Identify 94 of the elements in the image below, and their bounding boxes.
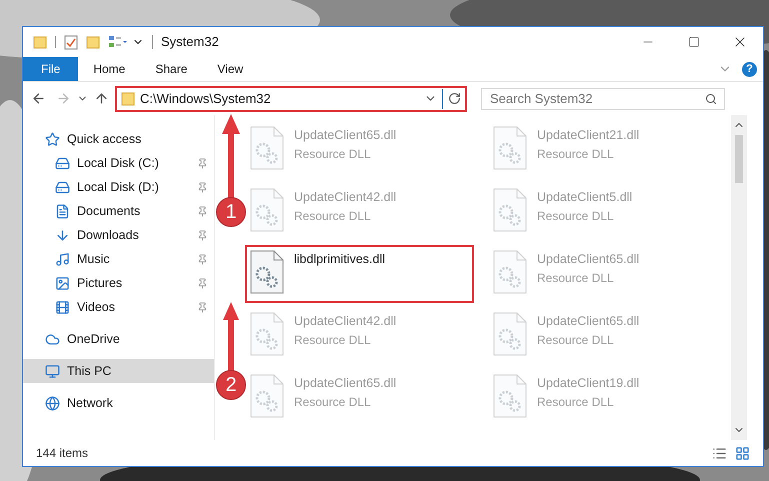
search-icon[interactable] — [705, 92, 717, 104]
sidebar-item[interactable]: Local Disk (C:) — [23, 151, 214, 175]
pin-icon[interactable] — [197, 302, 208, 312]
pin-icon[interactable] — [197, 206, 208, 216]
folder-icon — [121, 92, 135, 106]
sidebar-item[interactable]: Videos — [23, 295, 214, 319]
file-type: Resource DLL — [537, 394, 615, 411]
sidebar-item[interactable]: Downloads — [23, 223, 214, 247]
gear-file-icon — [250, 250, 284, 294]
sidebar-label: Documents — [77, 202, 140, 220]
file-name: UpdateClient65.dll — [294, 375, 396, 392]
large-icons-view-icon[interactable] — [735, 446, 750, 460]
status-item-count: 144 items — [36, 445, 88, 462]
window-title: System32 — [161, 33, 219, 52]
gear-file-icon — [493, 374, 527, 418]
annotation-arrow — [223, 302, 239, 371]
up-icon[interactable] — [94, 91, 109, 106]
gear-file-icon — [250, 374, 284, 418]
sidebar-label: Local Disk (D:) — [77, 178, 159, 196]
gear-file-icon — [493, 188, 527, 232]
sidebar-item[interactable]: Local Disk (D:) — [23, 175, 214, 199]
folder-icon — [33, 35, 47, 49]
sidebar-item[interactable]: Network — [23, 391, 214, 415]
sidebar-item[interactable]: Documents — [23, 199, 214, 223]
monitor-icon — [45, 364, 60, 378]
sidebar-label: Local Disk (C:) — [77, 154, 159, 172]
gear-file-icon — [493, 312, 527, 356]
file-name: UpdateClient42.dll — [294, 189, 396, 206]
film-icon — [55, 300, 70, 314]
drive-icon — [55, 156, 70, 170]
file-type: Resource DLL — [537, 332, 615, 349]
sidebar-label: Music — [77, 250, 110, 268]
back-icon[interactable] — [31, 91, 46, 106]
file-item[interactable]: libdlprimitives.dll — [245, 245, 474, 303]
file-name: UpdateClient21.dll — [537, 127, 640, 144]
file-name: UpdateClient65.dll — [537, 251, 640, 268]
address-field[interactable]: C:\Windows\System32 — [115, 86, 467, 112]
sidebar-item[interactable]: Music — [23, 247, 214, 271]
search-field[interactable]: Search System32 — [481, 88, 725, 110]
pin-icon[interactable] — [197, 278, 208, 288]
file-name: UpdateClient19.dll — [537, 375, 640, 392]
file-type: Resource DLL — [294, 394, 372, 411]
ribbon-tab[interactable]: Home — [78, 57, 140, 81]
scrollbar[interactable] — [731, 115, 747, 440]
file-type: Resource DLL — [294, 332, 372, 349]
address-path: C:\Windows\System32 — [140, 90, 272, 108]
file-type: Resource DLL — [537, 208, 615, 225]
file-type: Resource DLL — [537, 146, 615, 163]
file-name: UpdateClient5.dll — [537, 189, 632, 206]
properties-icon[interactable] — [108, 35, 128, 49]
sidebar-label: OneDrive — [67, 330, 120, 348]
gear-file-icon — [250, 126, 284, 170]
sidebar-item[interactable]: Pictures — [23, 271, 214, 295]
ribbon-tab[interactable]: File — [23, 57, 78, 81]
file-type: Resource DLL — [294, 208, 372, 225]
globe-icon — [45, 396, 60, 410]
gear-file-icon — [250, 188, 284, 232]
pin-icon[interactable] — [197, 230, 208, 240]
gear-file-icon — [250, 312, 284, 356]
scrollbar-thumb[interactable] — [735, 135, 743, 183]
sidebar-label: Pictures — [77, 274, 122, 292]
file-name: UpdateClient42.dll — [294, 313, 396, 330]
file-name: libdlprimitives.dll — [294, 251, 385, 268]
gear-file-icon — [493, 250, 527, 294]
music-note-icon — [55, 252, 70, 266]
sidebar-label: This PC — [67, 362, 112, 380]
gear-file-icon — [493, 126, 527, 170]
sidebar-item[interactable]: This PC — [23, 359, 214, 383]
help-button[interactable]: ? — [742, 62, 757, 76]
file-name: UpdateClient65.dll — [294, 127, 396, 144]
ribbon-tab[interactable]: Share — [140, 57, 202, 81]
checklist-icon[interactable] — [64, 34, 78, 50]
sidebar-label: Videos — [77, 298, 115, 316]
maximize-icon[interactable] — [688, 36, 700, 48]
cloud-icon — [45, 332, 60, 346]
pin-icon[interactable] — [197, 158, 208, 168]
sidebar-item[interactable]: OneDrive — [23, 327, 214, 351]
picture-icon — [55, 276, 70, 290]
document-icon — [55, 204, 70, 218]
drive-icon — [55, 180, 70, 194]
pin-icon[interactable] — [197, 254, 208, 264]
download-arrow-icon — [55, 228, 70, 242]
refresh-icon[interactable] — [448, 92, 461, 105]
file-name: UpdateClient65.dll — [537, 313, 640, 330]
sidebar-label: Downloads — [77, 226, 139, 244]
file-type: Resource DLL — [294, 146, 372, 163]
details-view-icon[interactable] — [712, 446, 727, 460]
sidebar-label: Quick access — [67, 130, 142, 148]
star-icon — [45, 132, 60, 146]
sidebar-label: Network — [67, 394, 113, 412]
sidebar-item[interactable]: Quick access — [23, 127, 214, 151]
file-type: Resource DLL — [537, 270, 615, 287]
pin-icon[interactable] — [197, 182, 208, 192]
ribbon-tab[interactable]: View — [202, 57, 258, 81]
